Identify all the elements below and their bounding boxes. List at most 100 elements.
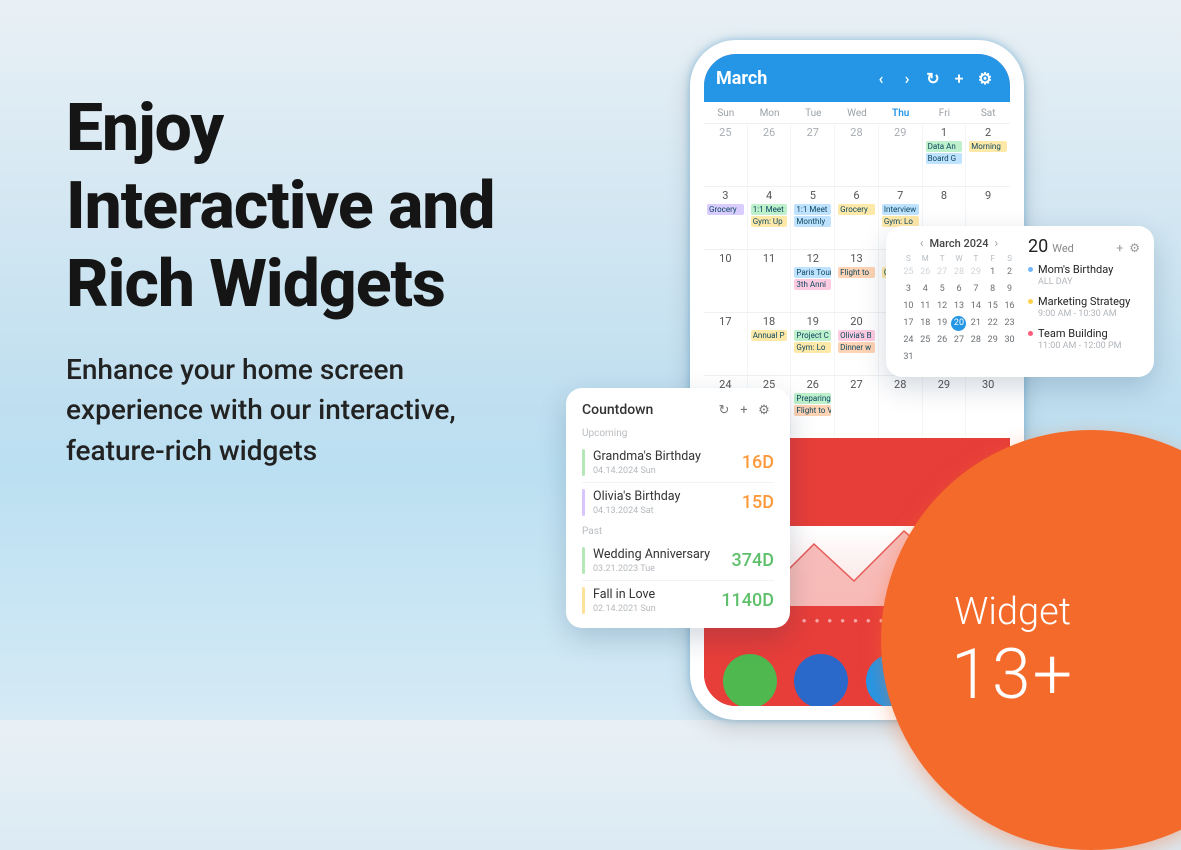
countdown-row[interactable]: Wedding Anniversary03.21.2023 Tue374D bbox=[582, 541, 774, 580]
mini-day[interactable]: 25 bbox=[917, 333, 934, 348]
mini-day[interactable]: 17 bbox=[900, 316, 917, 331]
calendar-event[interactable]: Dinner w bbox=[838, 342, 875, 353]
countdown-row[interactable]: Grandma's Birthday04.14.2024 Sun16D bbox=[582, 443, 774, 482]
mini-day[interactable]: 16 bbox=[1001, 299, 1018, 314]
refresh-icon[interactable]: ↻ bbox=[920, 69, 946, 88]
settings-icon[interactable]: ⚙ bbox=[1129, 241, 1140, 255]
mini-day[interactable]: 29 bbox=[967, 265, 984, 280]
mini-prev-month-icon[interactable]: ‹ bbox=[920, 236, 924, 250]
calendar-day[interactable]: 17 bbox=[704, 313, 748, 375]
mini-day[interactable]: 26 bbox=[934, 333, 951, 348]
calendar-event[interactable]: Paris Tour bbox=[794, 267, 831, 278]
mini-day[interactable]: 23 bbox=[1001, 316, 1018, 331]
calendar-event[interactable]: Grocery bbox=[707, 204, 744, 215]
calendar-day[interactable]: 6Grocery bbox=[835, 187, 879, 249]
calendar-event[interactable]: Gym: Up bbox=[751, 216, 788, 227]
mini-day[interactable]: 2 bbox=[1001, 265, 1018, 280]
calendar-event[interactable]: Olivia's B bbox=[838, 330, 875, 341]
mini-day[interactable]: 8 bbox=[984, 282, 1001, 297]
mini-day[interactable]: 19 bbox=[934, 316, 951, 331]
app-icon[interactable] bbox=[723, 654, 777, 708]
calendar-day[interactable]: 27 bbox=[791, 124, 835, 186]
mini-day[interactable]: 22 bbox=[984, 316, 1001, 331]
settings-icon[interactable]: ⚙ bbox=[754, 403, 774, 418]
calendar-event[interactable]: Data An bbox=[926, 141, 963, 152]
calendar-event[interactable]: 1:1 Meet bbox=[794, 204, 831, 215]
calendar-day[interactable]: 12Paris Tour3th Anni bbox=[791, 250, 835, 312]
agenda-event[interactable]: Team Building11:00 AM - 12:00 PM bbox=[1028, 327, 1140, 351]
mini-day[interactable]: 7 bbox=[967, 282, 984, 297]
calendar-day[interactable]: 11 bbox=[748, 250, 792, 312]
mini-day[interactable]: 24 bbox=[900, 333, 917, 348]
mini-day[interactable]: 5 bbox=[934, 282, 951, 297]
calendar-day[interactable]: 18Annual P bbox=[748, 313, 792, 375]
calendar-day[interactable]: 19Project CGym: Lo bbox=[791, 313, 835, 375]
calendar-day[interactable]: 10 bbox=[704, 250, 748, 312]
calendar-event[interactable]: Morning bbox=[969, 141, 1007, 152]
mini-day[interactable]: 30 bbox=[1001, 333, 1018, 348]
next-month-icon[interactable]: › bbox=[894, 69, 920, 88]
calendar-day[interactable]: 27 bbox=[835, 376, 879, 438]
app-icon[interactable] bbox=[794, 654, 848, 708]
mini-day[interactable]: 1 bbox=[984, 265, 1001, 280]
calendar-day[interactable]: 41:1 MeetGym: Up bbox=[748, 187, 792, 249]
mini-day[interactable]: 11 bbox=[917, 299, 934, 314]
calendar-day[interactable]: 26 bbox=[748, 124, 792, 186]
add-icon[interactable]: + bbox=[1116, 241, 1123, 255]
mini-day[interactable]: 9 bbox=[1001, 282, 1018, 297]
calendar-day[interactable]: 13Flight to bbox=[835, 250, 879, 312]
mini-day[interactable]: 14 bbox=[967, 299, 984, 314]
calendar-day[interactable]: 26Preparing for a birthday parFlight to … bbox=[791, 376, 835, 438]
calendar-event[interactable]: Flight to bbox=[838, 267, 875, 278]
calendar-event[interactable]: Preparing for a birthday par bbox=[794, 393, 831, 404]
mini-day[interactable]: 27 bbox=[951, 333, 968, 348]
add-icon[interactable]: + bbox=[734, 403, 754, 418]
calendar-day[interactable]: 29 bbox=[923, 376, 967, 438]
calendar-day[interactable]: 20Olivia's BDinner w bbox=[835, 313, 879, 375]
mini-day[interactable]: 10 bbox=[900, 299, 917, 314]
calendar-event[interactable]: 3th Anni bbox=[794, 279, 831, 290]
calendar-day[interactable]: 1Data AnBoard G bbox=[923, 124, 967, 186]
mini-day[interactable]: 13 bbox=[951, 299, 968, 314]
mini-day[interactable]: 28 bbox=[967, 333, 984, 348]
calendar-day[interactable]: 29 bbox=[879, 124, 923, 186]
calendar-day[interactable]: 30 bbox=[966, 376, 1010, 438]
calendar-day[interactable]: 28 bbox=[879, 376, 923, 438]
prev-month-icon[interactable]: ‹ bbox=[868, 69, 894, 88]
mini-day[interactable]: 26 bbox=[917, 265, 934, 280]
mini-day[interactable]: 6 bbox=[951, 282, 968, 297]
calendar-day[interactable]: 2Morning bbox=[966, 124, 1010, 186]
refresh-icon[interactable]: ↻ bbox=[714, 403, 734, 418]
calendar-event[interactable]: Board G bbox=[926, 153, 963, 164]
settings-icon[interactable]: ⚙ bbox=[972, 69, 998, 88]
calendar-event[interactable]: Project C bbox=[794, 330, 831, 341]
calendar-event[interactable]: Flight to V bbox=[794, 405, 831, 416]
add-event-icon[interactable]: + bbox=[946, 69, 972, 88]
mini-day[interactable]: 25 bbox=[900, 265, 917, 280]
mini-day[interactable]: 18 bbox=[917, 316, 934, 331]
mini-day[interactable]: 21 bbox=[967, 316, 984, 331]
mini-next-month-icon[interactable]: › bbox=[994, 236, 998, 250]
calendar-event[interactable]: Monthly bbox=[794, 216, 831, 227]
mini-day[interactable]: 4 bbox=[917, 282, 934, 297]
calendar-event[interactable]: Annual P bbox=[751, 330, 788, 341]
mini-day[interactable]: 29 bbox=[984, 333, 1001, 348]
countdown-row[interactable]: Fall in Love02.14.2021 Sun1140D bbox=[582, 580, 774, 620]
agenda-event[interactable]: Marketing Strategy9:00 AM - 10:30 AM bbox=[1028, 295, 1140, 319]
calendar-event[interactable]: Interview bbox=[882, 204, 919, 215]
mini-day[interactable]: 12 bbox=[934, 299, 951, 314]
calendar-event[interactable]: 1:1 Meet bbox=[751, 204, 788, 215]
calendar-day[interactable]: 28 bbox=[835, 124, 879, 186]
calendar-day[interactable]: 25 bbox=[704, 124, 748, 186]
calendar-day[interactable]: 51:1 MeetMonthly bbox=[791, 187, 835, 249]
mini-day[interactable]: 3 bbox=[900, 282, 917, 297]
mini-day[interactable]: 27 bbox=[934, 265, 951, 280]
calendar-day[interactable]: 3Grocery bbox=[704, 187, 748, 249]
mini-day[interactable]: 15 bbox=[984, 299, 1001, 314]
calendar-event[interactable]: Grocery bbox=[838, 204, 875, 215]
mini-day[interactable]: 28 bbox=[951, 265, 968, 280]
agenda-event[interactable]: Mom's BirthdayALL DAY bbox=[1028, 263, 1140, 287]
calendar-event[interactable]: Gym: Lo bbox=[794, 342, 831, 353]
mini-day[interactable]: 20 bbox=[951, 316, 966, 331]
mini-day[interactable]: 31 bbox=[900, 350, 917, 365]
